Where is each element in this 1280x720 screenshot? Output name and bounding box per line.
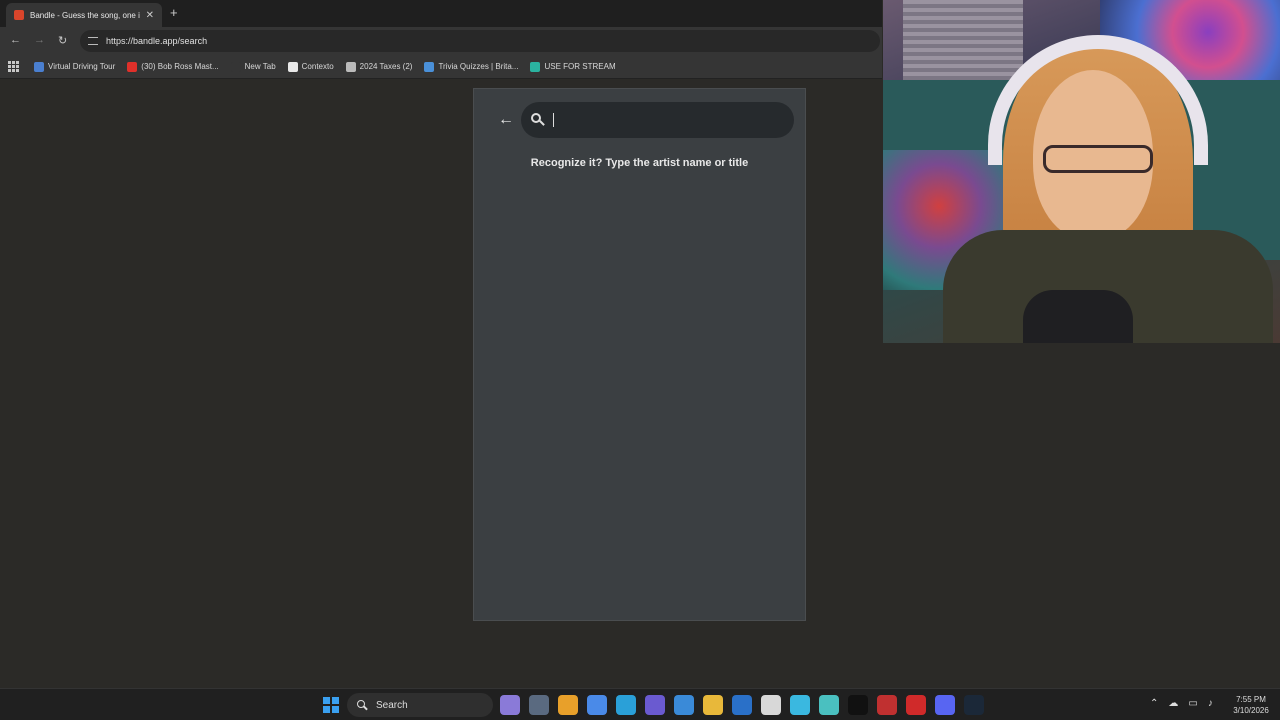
bookmark-item[interactable]: New Tab	[230, 61, 276, 72]
britannica-icon	[424, 61, 435, 72]
copilot-icon[interactable]	[500, 695, 520, 715]
bookmark-label: USE FOR STREAM	[544, 62, 616, 71]
apps-grid-icon[interactable]	[8, 60, 20, 73]
display-icon[interactable]: ▭	[1188, 698, 1197, 709]
bookmark-item[interactable]: Trivia Quizzes | Brita...	[424, 61, 519, 72]
capcut-icon[interactable]	[848, 695, 868, 715]
bookmark-item[interactable]: Virtual Driving Tour	[34, 61, 116, 72]
webcam-overlay	[883, 0, 1280, 343]
app-red2-icon[interactable]	[906, 695, 926, 715]
volume-icon[interactable]: ♪	[1208, 698, 1213, 709]
chevron-up-icon[interactable]: ⌃	[1150, 698, 1158, 709]
taskbar-search-label: Search	[376, 699, 408, 711]
search-icon	[357, 699, 368, 711]
steam-icon[interactable]	[964, 695, 984, 715]
back-arrow-icon[interactable]: ←	[10, 34, 21, 46]
browser-toolbar: ← → ↻ https://bandle.app/search	[0, 27, 882, 55]
search-icon	[531, 113, 545, 127]
bandle-search-panel: ← Recognize it? Type the artist name or …	[473, 88, 806, 621]
copilot-app-icon[interactable]	[587, 695, 607, 715]
forward-arrow-icon[interactable]: →	[34, 34, 45, 46]
address-url: https://bandle.app/search	[106, 36, 208, 46]
system-tray: ⌃ ☁ ▭ ♪	[1150, 698, 1213, 709]
address-bar[interactable]: https://bandle.app/search	[80, 30, 880, 52]
back-arrow-icon[interactable]: ←	[498, 111, 514, 129]
clock-time: 7:55 PM	[1236, 695, 1266, 704]
clock-date: 3/10/2026	[1233, 706, 1269, 715]
bookmark-label: 2024 Taxes (2)	[359, 62, 413, 71]
windows-start-icon[interactable]	[323, 697, 339, 713]
tab-strip: Bandle - Guess the song, one in ✕ +	[0, 0, 882, 27]
search-hint: Recognize it? Type the artist name or ti…	[530, 157, 749, 169]
bookmark-label: Contexto	[301, 62, 334, 71]
photos-icon[interactable]	[674, 695, 694, 715]
reload-icon[interactable]: ↻	[58, 34, 67, 47]
screen: Bandle - Guess the song, one in ✕ + ← → …	[0, 0, 1280, 720]
edge-icon[interactable]	[616, 695, 636, 715]
bookmark-label: New Tab	[244, 62, 276, 71]
globe-icon	[34, 61, 44, 72]
bookmark-label: Virtual Driving Tour	[48, 62, 116, 71]
taskbar: Search ⌃ ☁ ▭ ♪ 7:55 PM 3/10/2026	[0, 688, 1280, 720]
p-icon	[530, 61, 541, 72]
close-icon[interactable]: ✕	[146, 10, 154, 21]
new-tab-plus-icon[interactable]: +	[170, 5, 178, 20]
blank-icon	[230, 61, 241, 72]
taskbar-apps	[500, 695, 984, 715]
bookmark-label: Trivia Quizzes | Brita...	[438, 62, 519, 71]
bookmark-item[interactable]: Contexto	[287, 61, 334, 72]
remote-desktop-icon[interactable]	[819, 695, 839, 715]
bookmark-item[interactable]: (30) Bob Ross Mast...	[127, 61, 219, 72]
onedrive-icon[interactable]: ☁	[1168, 698, 1178, 709]
clock[interactable]: 7:55 PM 3/10/2026	[1226, 694, 1276, 716]
taskbar-search[interactable]: Search	[347, 693, 493, 717]
outlook-icon[interactable]	[732, 695, 752, 715]
bookmark-label: (30) Bob Ross Mast...	[141, 62, 219, 71]
tab-title: Bandle - Guess the song, one in	[30, 10, 140, 20]
song-search-input[interactable]	[553, 113, 773, 127]
browser-tab[interactable]: Bandle - Guess the song, one in ✕	[6, 3, 162, 27]
teams-icon[interactable]	[645, 695, 665, 715]
bandle-favicon-icon	[14, 10, 24, 20]
song-search-bar[interactable]	[521, 102, 794, 138]
youtube-icon	[127, 61, 138, 72]
discord-icon[interactable]	[935, 695, 955, 715]
app-red-icon[interactable]	[877, 695, 897, 715]
site-info-icon[interactable]	[88, 37, 98, 45]
chrome-icon[interactable]	[558, 695, 578, 715]
todo-icon[interactable]	[790, 695, 810, 715]
bookmark-item[interactable]: 2024 Taxes (2)	[345, 61, 413, 72]
folder-icon	[345, 61, 356, 72]
microphone	[1023, 290, 1133, 343]
folder-icon[interactable]	[703, 695, 723, 715]
contexto-icon	[287, 61, 298, 72]
file-explorer-window-icon[interactable]	[529, 695, 549, 715]
bookmark-item[interactable]: USE FOR STREAM	[530, 61, 616, 72]
bookmarks-bar: Virtual Driving Tour (30) Bob Ross Mast..…	[0, 55, 882, 79]
store-icon[interactable]	[761, 695, 781, 715]
